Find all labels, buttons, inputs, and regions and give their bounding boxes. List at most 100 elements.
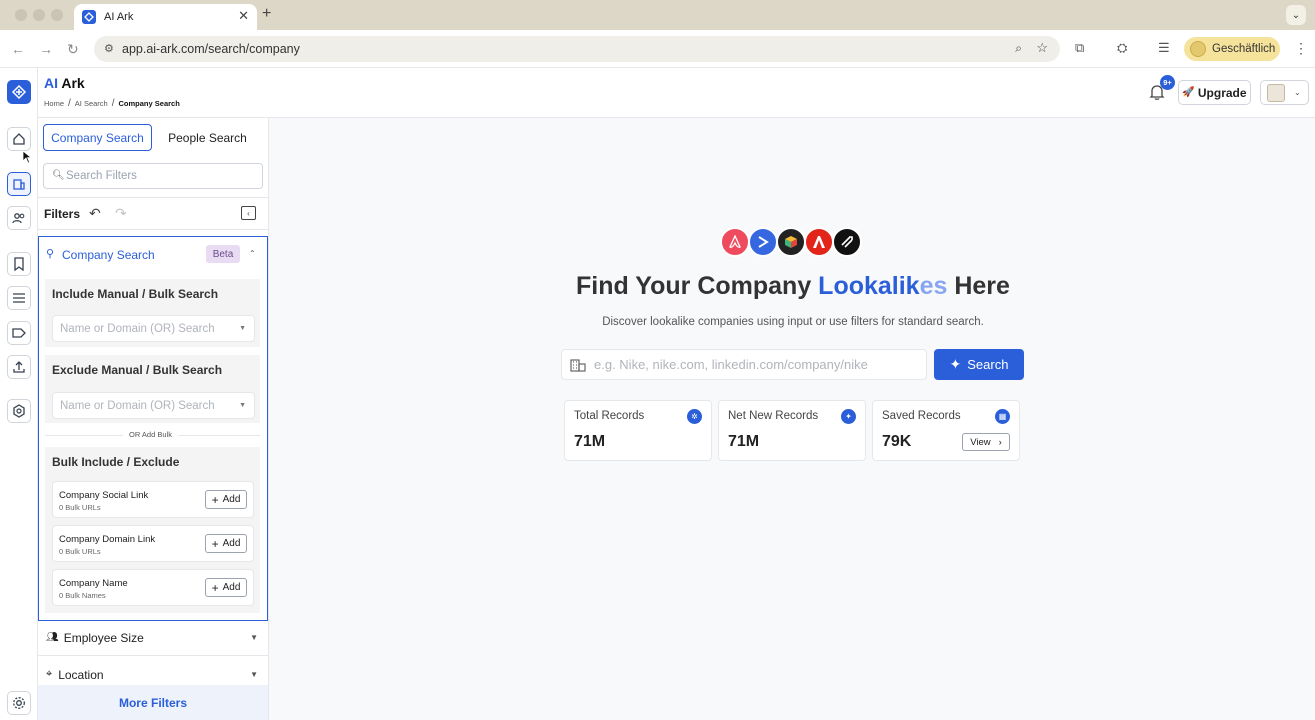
bulk-item-social-link: Company Social Link 0 Bulk URLs + Add [52, 481, 254, 518]
arrow-logo-icon [748, 227, 778, 257]
chevron-up-icon[interactable]: ⌃ [249, 249, 256, 258]
redo-icon[interactable]: ↷ [115, 205, 127, 222]
bulk-item-company-name: Company Name 0 Bulk Names + Add [52, 569, 254, 606]
browser-menu-icon[interactable]: ⋮ [1294, 40, 1308, 57]
back-icon[interactable]: ← [11, 41, 25, 57]
beta-badge: Beta [206, 245, 240, 263]
search-filters-input[interactable]: 🔍︎ Search Filters [43, 163, 263, 189]
url-text: app.ai-ark.com/search/company [122, 42, 300, 56]
airtable-logo-icon [832, 227, 862, 257]
company-logos [720, 227, 862, 257]
chevron-down-icon: ⌄ [1294, 88, 1301, 97]
window-close-button[interactable] [15, 9, 27, 21]
bulk-title: Bulk Include / Exclude [52, 455, 180, 469]
chevron-down-icon: ▼ [239, 402, 246, 409]
page-subtitle: Discover lookalike companies using input… [602, 316, 984, 328]
chevron-down-icon: ▼ [239, 325, 246, 332]
add-domain-link-button[interactable]: + Add [205, 534, 247, 553]
net-new-records-card: Net New Records 71M ✦ [718, 400, 866, 461]
people-group-icon: 👥︎ [46, 632, 59, 643]
plus-icon: + [211, 580, 219, 595]
page-title: Find Your Company Lookalikes Here [576, 272, 1010, 300]
filters-label: Filters [44, 207, 81, 221]
profile-label: Geschäftlich [1212, 43, 1276, 55]
home-icon[interactable] [7, 127, 31, 151]
total-records-card: Total Records 71M ✲ [564, 400, 712, 461]
incognito-icon[interactable]: ⛭ [1117, 40, 1127, 56]
bookmark-icon[interactable] [7, 252, 31, 276]
add-company-name-button[interactable]: + Add [205, 578, 247, 597]
breadcrumb-home[interactable]: Home [44, 99, 64, 108]
adobe-logo-icon [804, 227, 834, 257]
tag-icon[interactable] [7, 321, 31, 345]
avatar [1267, 83, 1285, 102]
tab-list-chevron-icon[interactable]: ⌄ [1286, 5, 1306, 25]
forward-icon[interactable]: → [39, 41, 53, 57]
browser-titlebar: AI Ark ✕ + ⌄ [0, 0, 1315, 30]
exclude-title: Exclude Manual / Bulk Search [52, 363, 223, 377]
zoom-icon[interactable]: ⌕ [1015, 41, 1022, 56]
employee-size-filter[interactable]: 👥︎ Employee Size ▼ [38, 620, 268, 656]
cube-logo-icon [776, 227, 806, 257]
tab-title: AI Ark [104, 11, 134, 23]
bulk-item-domain-link: Company Domain Link 0 Bulk URLs + Add [52, 525, 254, 562]
breadcrumb-current: Company Search [118, 99, 180, 108]
undo-icon[interactable]: ↶ [89, 205, 101, 222]
media-icon[interactable]: ☰ [1158, 40, 1170, 56]
view-saved-button[interactable]: View › [962, 433, 1010, 451]
company-search-nav-icon[interactable] [7, 172, 31, 196]
app-logo-icon[interactable] [7, 80, 31, 104]
extensions-icon[interactable]: ⧉ [1075, 40, 1084, 56]
settings-gear-icon[interactable] [7, 691, 31, 715]
profile-avatar [1190, 41, 1206, 57]
chevron-down-icon: ▼ [250, 670, 258, 679]
or-add-bulk-label: OR Add Bulk [123, 430, 178, 439]
search-icon: 🔍︎ [52, 170, 65, 181]
company-search-section-title[interactable]: Company Search [62, 248, 155, 262]
site-settings-icon[interactable]: ⚙ [104, 42, 116, 55]
window-minimize-button[interactable] [33, 9, 45, 21]
lookalike-search-input[interactable]: e.g. Nike, nike.com, linkedin.com/compan… [561, 349, 927, 380]
new-tab-icon[interactable]: + [262, 5, 271, 23]
upgrade-button[interactable]: 🚀 Upgrade [1178, 80, 1251, 105]
more-filters-button[interactable]: More Filters [38, 685, 268, 720]
add-social-link-button[interactable]: + Add [205, 490, 247, 509]
mouse-cursor-icon [22, 150, 32, 164]
network-icon: ✲ [687, 409, 702, 424]
sparkle-icon: ✦ [841, 409, 856, 424]
search-icon: ⚲ [46, 248, 55, 260]
grid-icon: ▦ [995, 409, 1010, 424]
browser-tab[interactable]: AI Ark ✕ [74, 4, 257, 30]
airbnb-logo-icon [720, 227, 750, 257]
include-search-dropdown[interactable]: Name or Domain (OR) Search ▼ [52, 315, 255, 342]
rocket-icon: 🚀 [1182, 87, 1195, 98]
bookmark-star-icon[interactable]: ☆ [1036, 40, 1048, 56]
plus-icon: + [211, 492, 219, 507]
favicon-icon [82, 10, 96, 24]
sparkle-icon: ✦ [949, 356, 962, 372]
people-search-nav-icon[interactable] [7, 206, 31, 230]
close-tab-icon[interactable]: ✕ [238, 8, 249, 24]
location-pin-icon: ⌖ [46, 668, 53, 680]
user-menu[interactable]: ⌄ [1260, 80, 1309, 105]
breadcrumb: Home / AI Search / Company Search [44, 98, 180, 109]
integrations-icon[interactable] [7, 399, 31, 423]
breadcrumb-ai-search[interactable]: AI Search [75, 99, 108, 108]
address-bar[interactable]: ⚙ app.ai-ark.com/search/company ⌕ ☆ [94, 36, 1060, 62]
list-icon[interactable] [7, 286, 31, 310]
exclude-search-dropdown[interactable]: Name or Domain (OR) Search ▼ [52, 392, 255, 419]
reload-icon[interactable]: ↻ [67, 41, 79, 58]
collapse-sidebar-icon[interactable]: ‹ [241, 206, 256, 220]
left-rail [0, 68, 38, 720]
brand-logo[interactable]: AI Ark [44, 75, 85, 91]
building-icon [570, 358, 586, 372]
tab-company-search[interactable]: Company Search [43, 124, 152, 151]
window-zoom-button[interactable] [51, 9, 63, 21]
plus-icon: + [211, 536, 219, 551]
export-icon[interactable] [7, 355, 31, 379]
tab-people-search[interactable]: People Search [160, 124, 255, 151]
chevron-down-icon: ▼ [250, 633, 258, 642]
chevron-right-icon: › [998, 436, 1002, 448]
search-button[interactable]: ✦ Search [934, 349, 1024, 380]
profile-button[interactable]: Geschäftlich [1184, 37, 1280, 61]
